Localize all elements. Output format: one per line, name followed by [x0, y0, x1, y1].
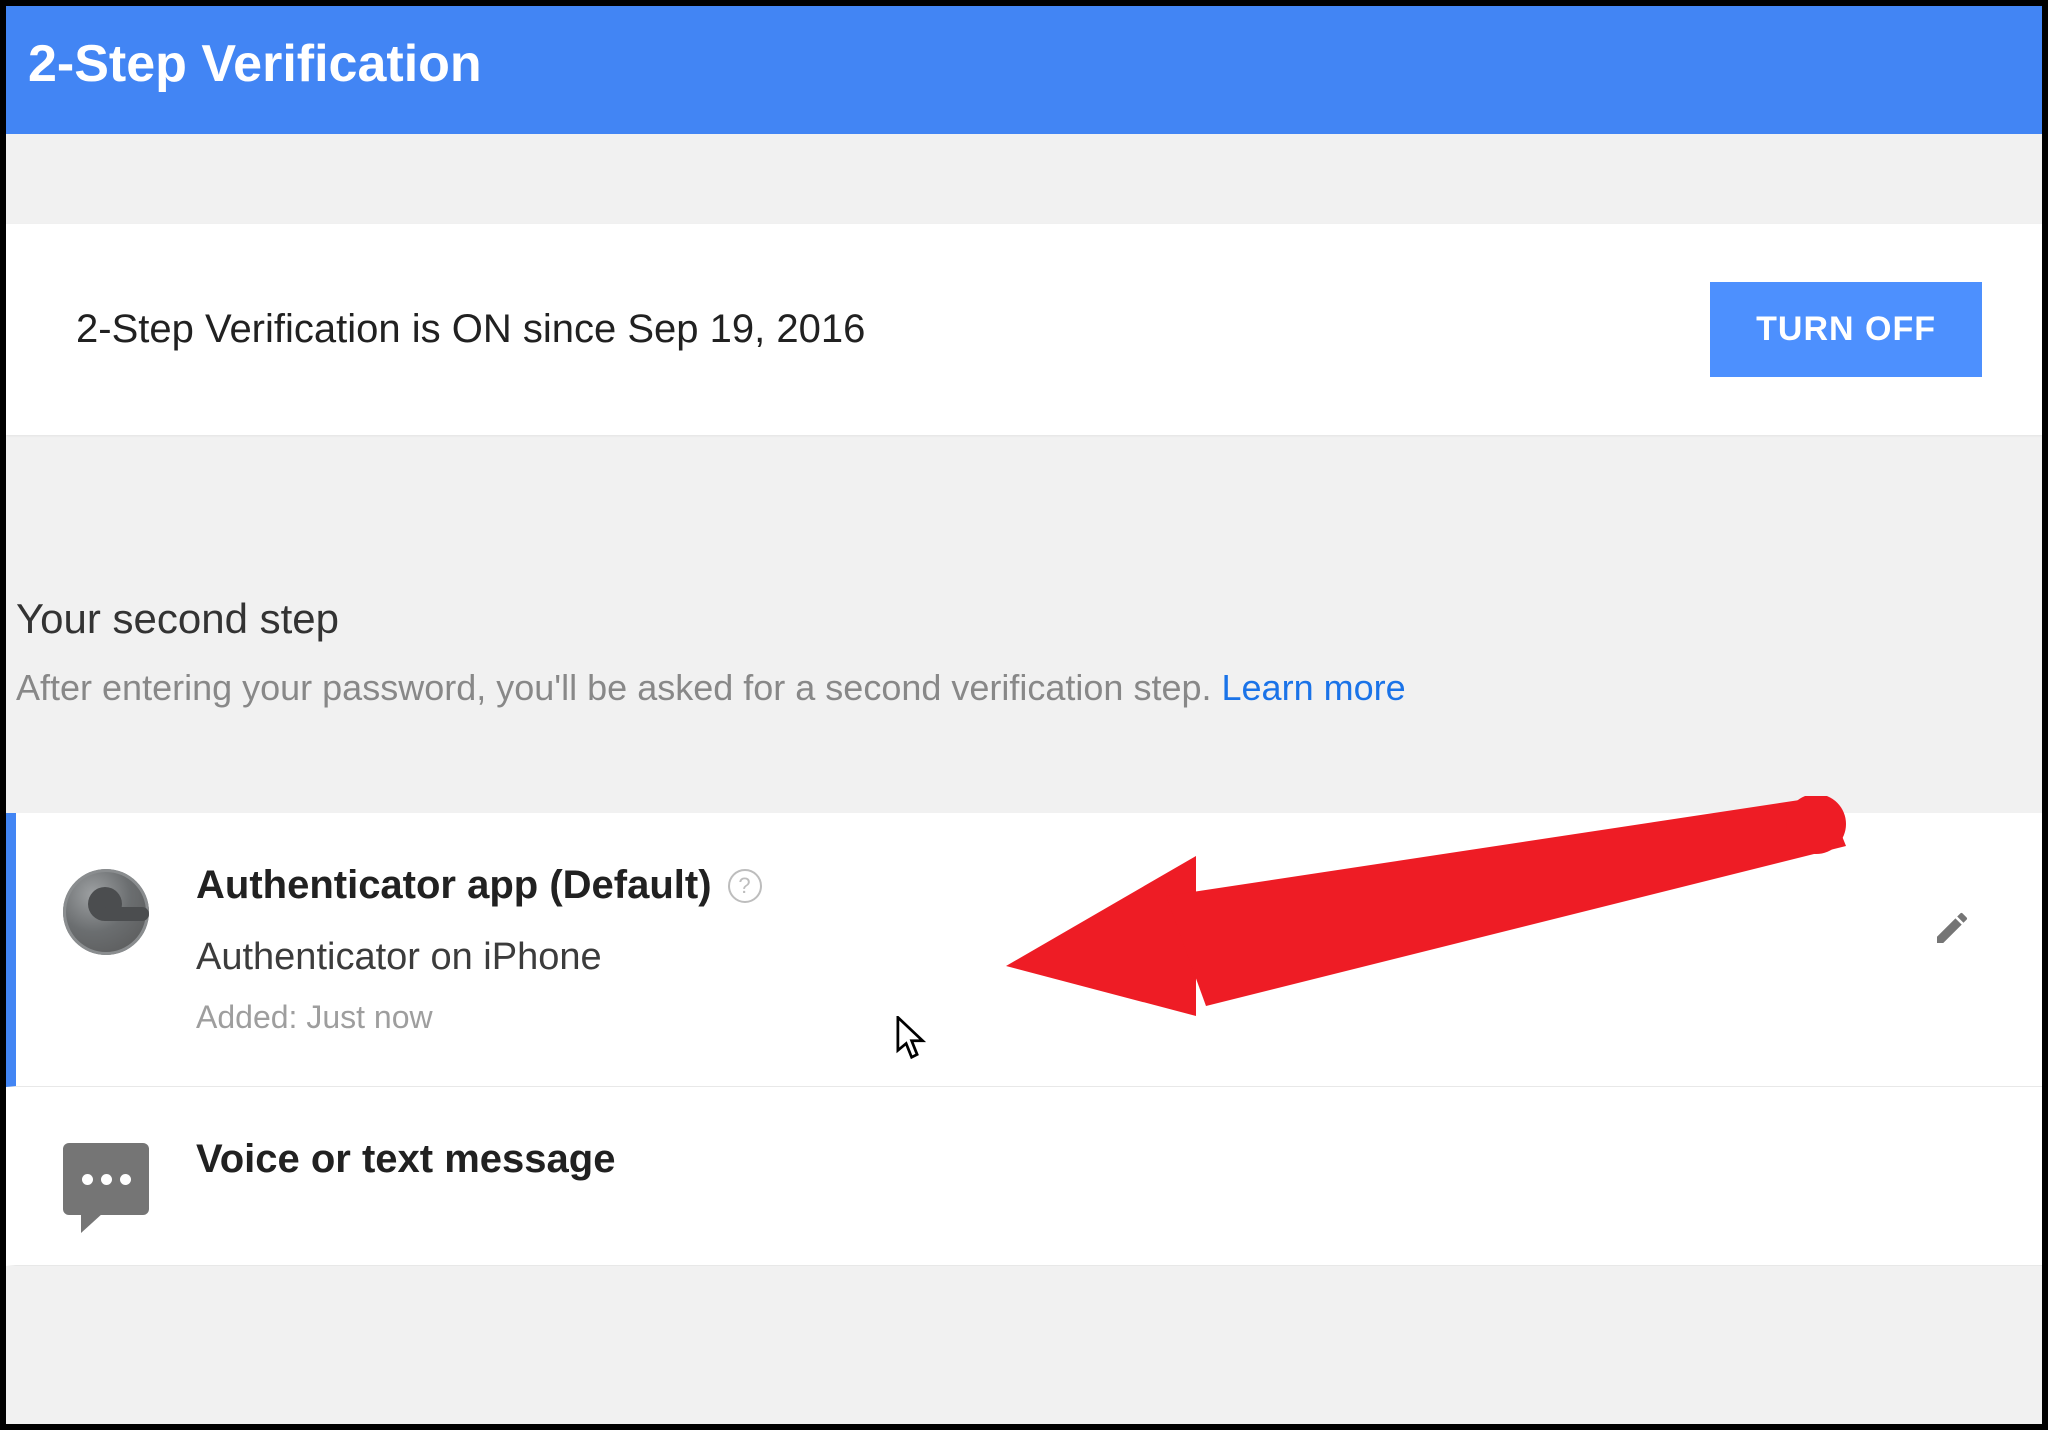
turn-off-button[interactable]: TURN OFF	[1710, 282, 1982, 377]
methods-list: Authenticator app (Default) ? Authentica…	[6, 813, 2042, 1266]
method-title-row: Voice or text message	[196, 1137, 1982, 1182]
sms-icon	[63, 1143, 149, 1215]
section-description-text: After entering your password, you'll be …	[16, 667, 1222, 708]
page-frame: 2-Step Verification 2-Step Verification …	[0, 0, 2048, 1430]
method-title: Voice or text message	[196, 1137, 615, 1182]
edit-button[interactable]	[1932, 908, 1972, 953]
method-title: Authenticator app (Default)	[196, 863, 712, 908]
status-card: 2-Step Verification is ON since Sep 19, …	[6, 224, 2042, 435]
method-icon-wrap	[16, 863, 196, 955]
learn-more-link[interactable]: Learn more	[1222, 667, 1406, 708]
page-header: 2-Step Verification	[6, 6, 2042, 134]
method-subtitle: Authenticator on iPhone	[196, 936, 1982, 979]
authenticator-icon	[63, 869, 149, 955]
method-icon-wrap	[16, 1137, 196, 1215]
section-description: After entering your password, you'll be …	[6, 663, 2042, 713]
method-body: Voice or text message	[196, 1137, 1982, 1182]
help-icon[interactable]: ?	[728, 869, 762, 903]
second-step-section: Your second step After entering your pas…	[6, 435, 2042, 1266]
method-sms[interactable]: Voice or text message	[6, 1087, 2042, 1266]
method-title-row: Authenticator app (Default) ?	[196, 863, 1982, 908]
method-body: Authenticator app (Default) ? Authentica…	[196, 863, 1982, 1036]
method-authenticator[interactable]: Authenticator app (Default) ? Authentica…	[6, 813, 2042, 1087]
status-text: 2-Step Verification is ON since Sep 19, …	[76, 307, 865, 352]
page-title: 2-Step Verification	[28, 34, 2020, 94]
method-meta: Added: Just now	[196, 999, 1982, 1036]
section-title: Your second step	[6, 595, 2042, 663]
